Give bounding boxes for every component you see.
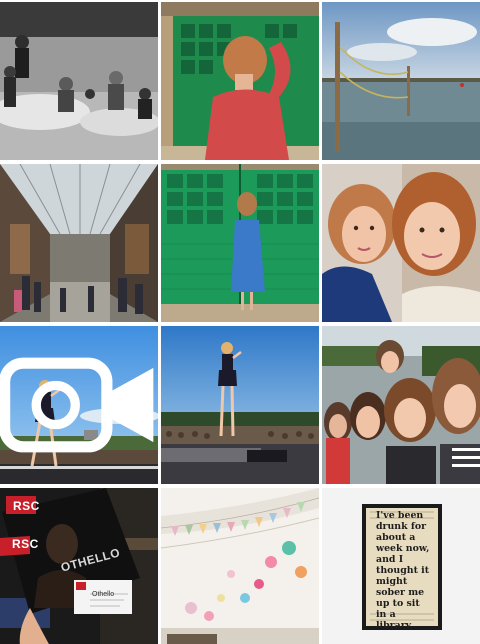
tile-2-image	[161, 2, 319, 160]
tile-6-image	[322, 164, 480, 322]
rsc-logo-2: RSC	[12, 537, 39, 551]
photo-tile-9[interactable]	[322, 326, 480, 484]
photo-tile-6[interactable]	[322, 164, 480, 322]
tile-4-image	[0, 164, 158, 322]
rsc-logo-1: RSC	[13, 499, 40, 513]
photo-grid: RSC RSC OTHELLO Othello I've been drunk …	[0, 0, 480, 644]
ticket-label: Othello	[92, 591, 115, 598]
photo-tile-8[interactable]	[161, 326, 319, 484]
tile-1-image	[0, 2, 158, 160]
photo-tile-3[interactable]	[322, 2, 480, 160]
photo-tile-1[interactable]	[0, 2, 158, 160]
tile-5-image	[161, 164, 319, 322]
book-quote: I've been drunk for about a week now, an…	[376, 510, 430, 631]
video-camera-icon	[0, 357, 154, 453]
tile-9-image	[322, 326, 480, 484]
photo-tile-11[interactable]	[161, 488, 319, 644]
tile-3-image	[322, 2, 480, 160]
video-tile-7[interactable]	[0, 326, 158, 484]
tile-11-image	[161, 488, 319, 644]
tile-8-image	[161, 326, 319, 484]
photo-tile-5[interactable]	[161, 164, 319, 322]
photo-tile-2[interactable]	[161, 2, 319, 160]
photo-tile-4[interactable]	[0, 164, 158, 322]
